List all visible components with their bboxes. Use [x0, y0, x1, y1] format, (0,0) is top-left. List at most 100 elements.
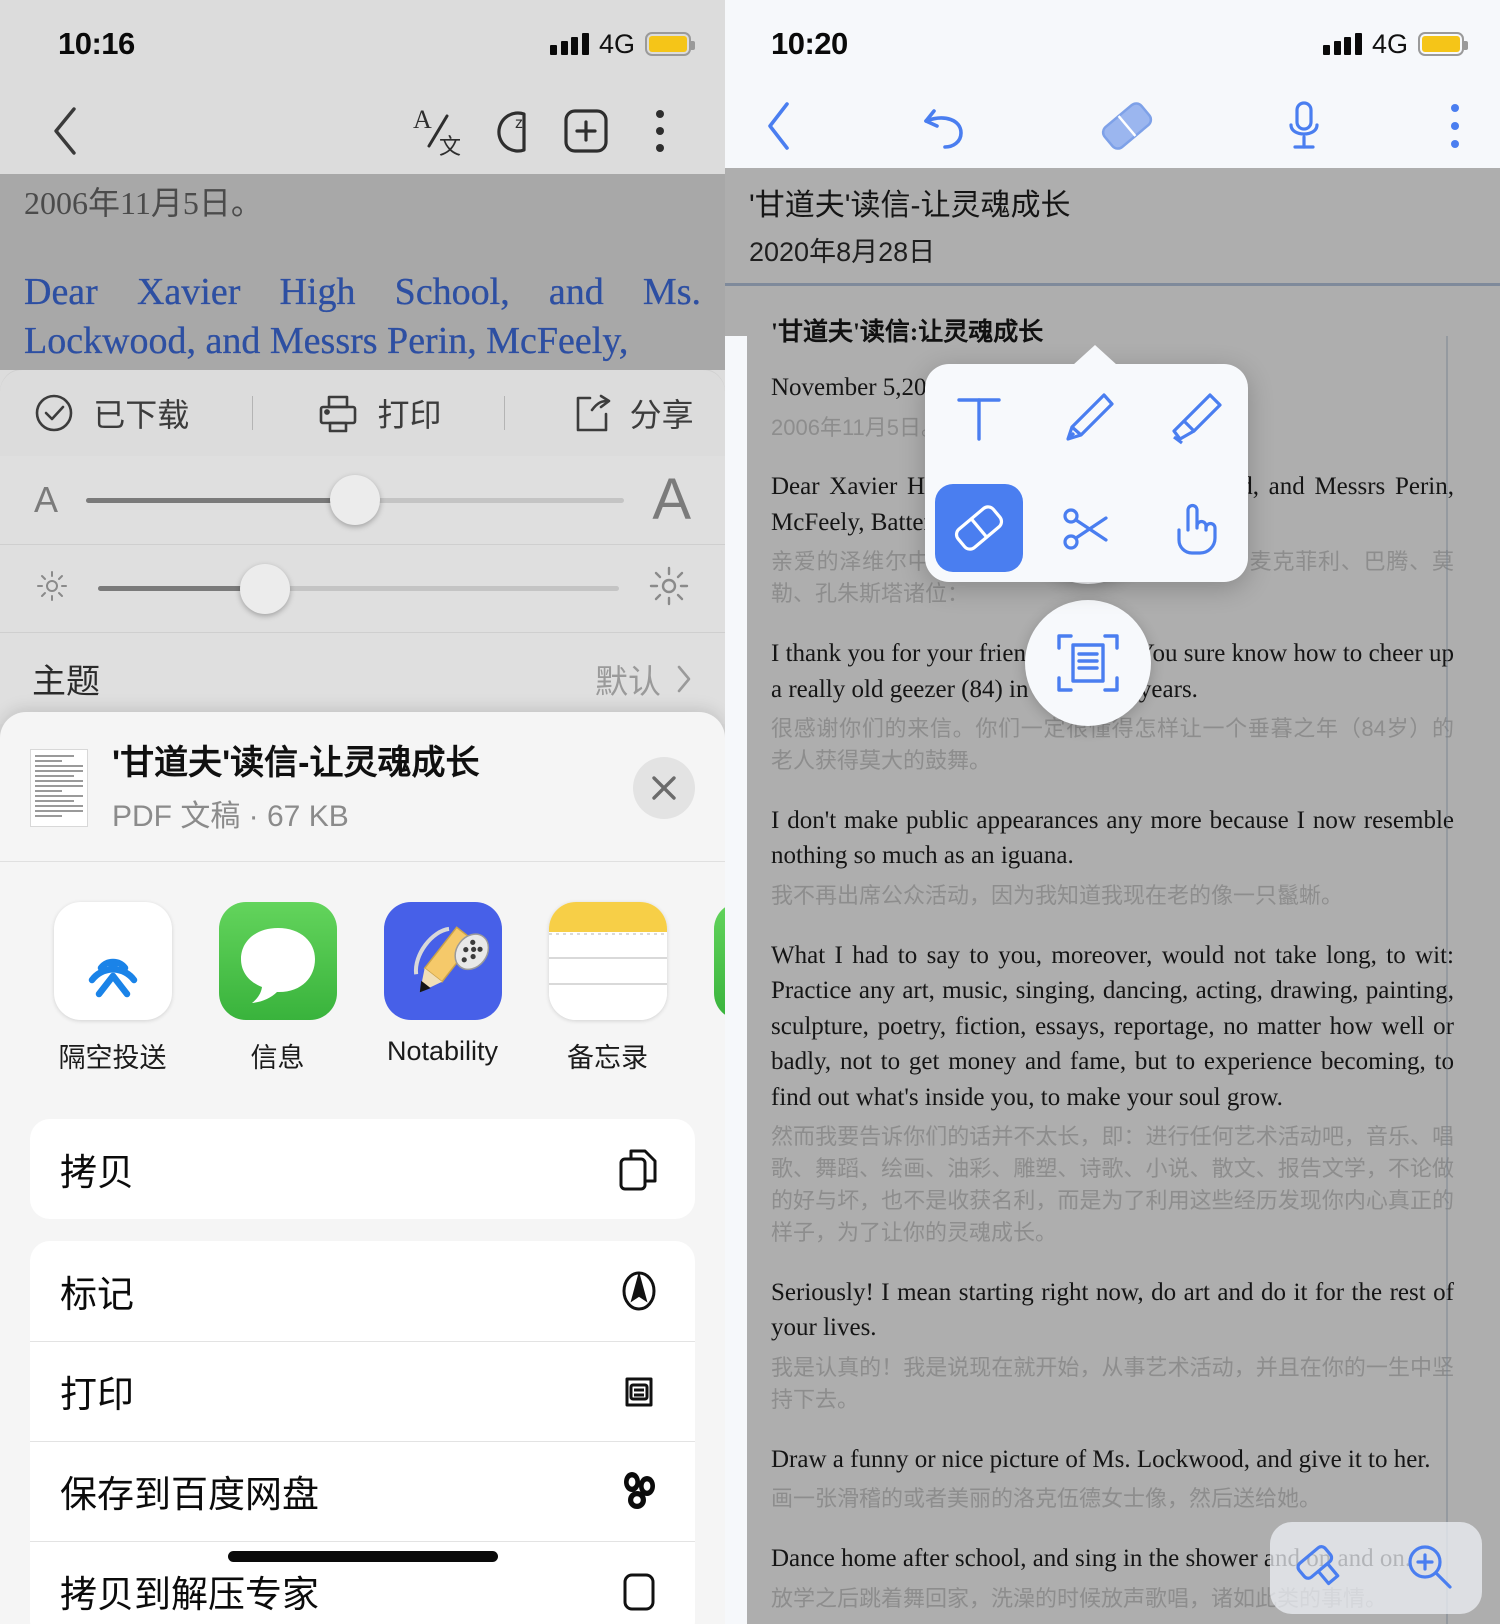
- hand-tool-button[interactable]: [1150, 484, 1238, 572]
- print-action[interactable]: 打印: [315, 390, 441, 436]
- more-options-icon: [1451, 103, 1459, 148]
- translate-icon[interactable]: A 文: [401, 94, 475, 168]
- brightness-slider[interactable]: [98, 563, 619, 614]
- left-status-bar: 10:16 4G: [0, 0, 725, 88]
- share-apps-row: 隔空投送 信息 Notability 备忘录: [0, 862, 725, 1097]
- eraser-brush-button[interactable]: [1294, 1537, 1352, 1600]
- status-time: 10:16: [58, 26, 135, 61]
- document-english-text: Dear Xavier High School, and Ms. Lockwoo…: [24, 271, 701, 362]
- paragraph-cn: 很感谢你们的来信。你们一定很懂得怎样让一个垂暮之年（84岁）的老人获得莫大的鼓舞…: [771, 716, 1454, 774]
- theme-label: 主题: [32, 663, 100, 701]
- right-editor-toolbar: [725, 88, 1500, 168]
- action-print[interactable]: 打印: [30, 1340, 695, 1441]
- document-scan-icon: [1057, 634, 1119, 692]
- share-app-notes[interactable]: 备忘录: [525, 901, 690, 1075]
- paragraph-en: What I had to say to you, moreover, woul…: [771, 941, 1454, 1111]
- brightness-low-icon: [34, 568, 70, 609]
- messages-label: 信息: [250, 1042, 305, 1073]
- svg-text:A: A: [413, 105, 432, 134]
- airdrop-label: 隔空投送: [58, 1042, 167, 1073]
- bottom-floating-toolbar: [1270, 1522, 1482, 1614]
- paragraph-cn: 我不再出席公众活动，因为我知道我现在老的像一只鬣蜥。: [771, 882, 1344, 908]
- font-size-slider[interactable]: [86, 475, 625, 525]
- right-status-bar: 10:20 4G: [725, 0, 1500, 88]
- action-divider: [251, 396, 253, 430]
- more-options-icon[interactable]: [623, 94, 697, 168]
- document-chinese-date: 2006年11月5日。: [24, 185, 263, 221]
- share-sheet-header: '甘道夫'读信-让灵魂成长 PDF 文稿 · 67 KB: [0, 712, 725, 861]
- undo-button[interactable]: [917, 99, 971, 158]
- share-app-airdrop[interactable]: 隔空投送: [30, 901, 195, 1075]
- highlighter-tool-button[interactable]: [1150, 375, 1238, 463]
- back-button[interactable]: [763, 99, 795, 158]
- battery-icon: [1418, 32, 1468, 56]
- notes-icon: [548, 901, 667, 1020]
- share-actions-group-1: 拷贝: [30, 1118, 695, 1219]
- eraser-tool-button[interactable]: [1094, 97, 1160, 160]
- zoom-in-button[interactable]: [1400, 1537, 1458, 1600]
- messages-icon: [218, 901, 337, 1020]
- right-doc-title: '甘道夫'读信-让灵魂成长: [749, 189, 1071, 222]
- action-baidu-netdisk[interactable]: 保存到百度网盘: [30, 1440, 695, 1541]
- voice-button[interactable]: [1282, 97, 1326, 160]
- document-header: '甘道夫'读信-让灵魂成长 2020年8月28日: [725, 168, 1500, 283]
- action-markup[interactable]: 标记: [30, 1241, 695, 1341]
- pen-tool-button[interactable]: [1042, 375, 1130, 463]
- share-action[interactable]: 分享: [568, 390, 694, 436]
- action-copy[interactable]: 拷贝: [30, 1119, 695, 1219]
- font-size-small-label: A: [34, 479, 59, 520]
- dual-screenshot-comparison: 10:16 4G A 文 z 2006年11月5日。 Dear Xavier H…: [0, 0, 1500, 1624]
- action-print-label: 打印: [60, 1374, 134, 1415]
- paragraph-en: Draw a funny or nice picture of Ms. Lock…: [771, 1445, 1431, 1473]
- share-actions-group-2: 标记 打印 保存到百度网盘 拷贝到解压专家: [30, 1240, 695, 1624]
- brightness-slider-knob[interactable]: [239, 563, 290, 614]
- share-label: 分享: [629, 397, 694, 433]
- document-meta: '甘道夫'读信-让灵魂成长 PDF 文稿 · 67 KB: [112, 742, 609, 835]
- more-options-button[interactable]: [1448, 100, 1462, 157]
- network-type-label: 4G: [598, 28, 635, 59]
- status-time: 10:20: [771, 26, 848, 61]
- action-baidu-label: 保存到百度网盘: [60, 1474, 319, 1515]
- font-slider-knob[interactable]: [330, 475, 381, 525]
- svg-text:文: 文: [439, 134, 461, 159]
- close-button[interactable]: [633, 757, 695, 820]
- status-indicators: 4G: [1323, 28, 1468, 60]
- brightness-high-icon: [647, 564, 691, 613]
- eraser-icon: [1101, 101, 1152, 150]
- notability-label: Notability: [386, 1035, 499, 1066]
- add-bookmark-icon[interactable]: [549, 94, 623, 168]
- undo-icon: [924, 108, 964, 149]
- magnifier-plus-icon: [1408, 1544, 1452, 1589]
- reader-settings-panel: A A 主题 默认: [0, 456, 725, 724]
- paragraph-cn: 画一张滑稽的或者美丽的洛克伍德女士像，然后送给她。: [771, 1486, 1322, 1512]
- text-tool-button[interactable]: [935, 375, 1023, 463]
- share-app-messages[interactable]: 信息: [195, 901, 360, 1075]
- eraser-tool-button[interactable]: [934, 483, 1023, 572]
- pen-tool-icon: [1066, 392, 1115, 441]
- scissors-tool-button[interactable]: [1042, 484, 1130, 572]
- microphone-icon: [1289, 100, 1319, 149]
- back-button[interactable]: [28, 94, 102, 168]
- share-icon: [576, 394, 610, 432]
- signal-bars-icon: [550, 33, 589, 55]
- reader-action-bar: 已下载 打印 分享: [0, 370, 725, 456]
- document-scan-fab[interactable]: [1025, 600, 1151, 726]
- night-mode-icon[interactable]: z: [475, 94, 549, 168]
- paragraph-en: I don't make public appearances any more…: [771, 806, 1454, 870]
- action-markup-label: 标记: [60, 1273, 134, 1315]
- paragraph-en: Seriously! I mean starting right now, do…: [771, 1278, 1454, 1342]
- theme-row[interactable]: 主题 默认: [0, 632, 725, 724]
- font-slider-fill: [86, 497, 356, 503]
- network-type-label: 4G: [1371, 28, 1408, 59]
- share-app-partial[interactable]: [690, 901, 725, 1075]
- unarchiver-icon: [623, 1573, 655, 1611]
- left-phone-screen: 10:16 4G A 文 z 2006年11月5日。 Dear Xavier H…: [0, 0, 725, 1624]
- baidu-netdisk-icon: [624, 1472, 655, 1509]
- home-indicator: [227, 1551, 498, 1562]
- eraser-tool-icon: [954, 504, 1003, 551]
- downloaded-status[interactable]: 已下载: [31, 390, 189, 436]
- downloaded-label: 已下载: [93, 397, 190, 433]
- right-phone-screen: 10:20 4G '甘道夫'读信-让灵魂成长 2020年8月28日 '甘道夫'读…: [725, 0, 1500, 1624]
- share-app-notability[interactable]: Notability: [360, 901, 525, 1075]
- paragraph-block: Seriously! I mean starting right now, do…: [771, 1275, 1454, 1416]
